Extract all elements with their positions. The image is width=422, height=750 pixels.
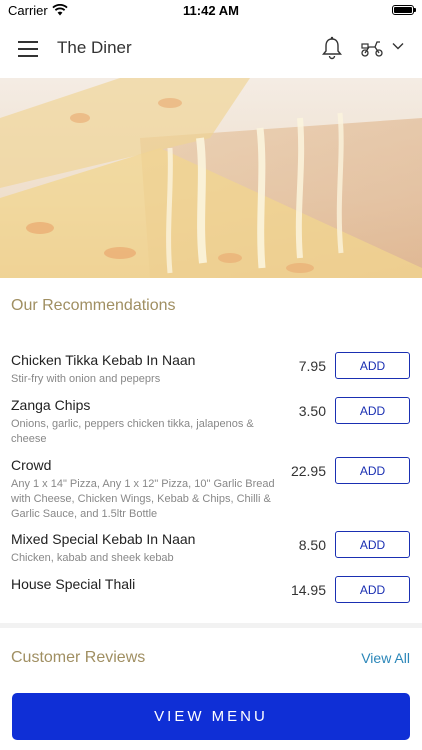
menu-item-description: Onions, garlic, peppers chicken tikka, j… xyxy=(11,418,254,445)
view-menu-button[interactable]: VIEW MENU xyxy=(12,693,410,740)
menu-item-price: 14.95 xyxy=(290,582,326,598)
battery-icon xyxy=(392,5,416,15)
menu-item-name: House Special Thali xyxy=(11,576,136,592)
menu-item-description: Chicken, kabab and sheek kebab xyxy=(11,552,174,564)
menu-item: Chicken Tikka Kebab In Naan Stir-fry wit… xyxy=(0,352,422,392)
menu-item-name: Chicken Tikka Kebab In Naan xyxy=(11,352,196,368)
menu-item-price: 7.95 xyxy=(298,358,326,374)
add-button[interactable]: ADD xyxy=(335,457,410,484)
menu-item: House Special Thali 14.95 ADD xyxy=(0,576,422,606)
menu-item-price: 8.50 xyxy=(298,537,326,553)
menu-item: Crowd Any 1 x 14" Pizza, Any 1 x 12" Piz… xyxy=(0,457,422,522)
menu-item: Zanga Chips Onions, garlic, peppers chic… xyxy=(0,397,422,447)
app-header: The Diner xyxy=(0,22,422,78)
status-bar: Carrier 11:42 AM xyxy=(0,0,422,22)
page-title: The Diner xyxy=(57,38,132,57)
add-button[interactable]: ADD xyxy=(335,397,410,424)
menu-item-name: Mixed Special Kebab In Naan xyxy=(11,531,196,547)
chevron-down-icon[interactable] xyxy=(392,42,404,50)
menu-item: Mixed Special Kebab In Naan Chicken, kab… xyxy=(0,531,422,571)
reviews-title: Customer Reviews xyxy=(11,649,146,666)
recommendations-title: Our Recommendations xyxy=(11,297,176,314)
menu-item-price: 3.50 xyxy=(298,403,326,419)
section-divider xyxy=(0,623,422,628)
view-all-link[interactable]: View All xyxy=(361,650,410,666)
clock: 11:42 AM xyxy=(183,3,239,18)
scooter-icon[interactable] xyxy=(360,38,384,58)
add-button[interactable]: ADD xyxy=(335,576,410,603)
add-button[interactable]: ADD xyxy=(335,352,410,379)
menu-item-name: Zanga Chips xyxy=(11,397,91,413)
menu-item-description: Stir-fry with onion and pepeprs xyxy=(11,373,161,385)
bell-icon[interactable] xyxy=(321,36,343,60)
hero-image xyxy=(0,78,422,278)
menu-item-name: Crowd xyxy=(11,457,52,473)
add-button[interactable]: ADD xyxy=(335,531,410,558)
menu-item-price: 22.95 xyxy=(290,463,326,479)
pizza-hero-illustration xyxy=(0,78,422,278)
menu-item-description: Any 1 x 14" Pizza, Any 1 x 12" Pizza, 10… xyxy=(11,478,275,520)
hamburger-menu-icon[interactable] xyxy=(18,41,38,57)
